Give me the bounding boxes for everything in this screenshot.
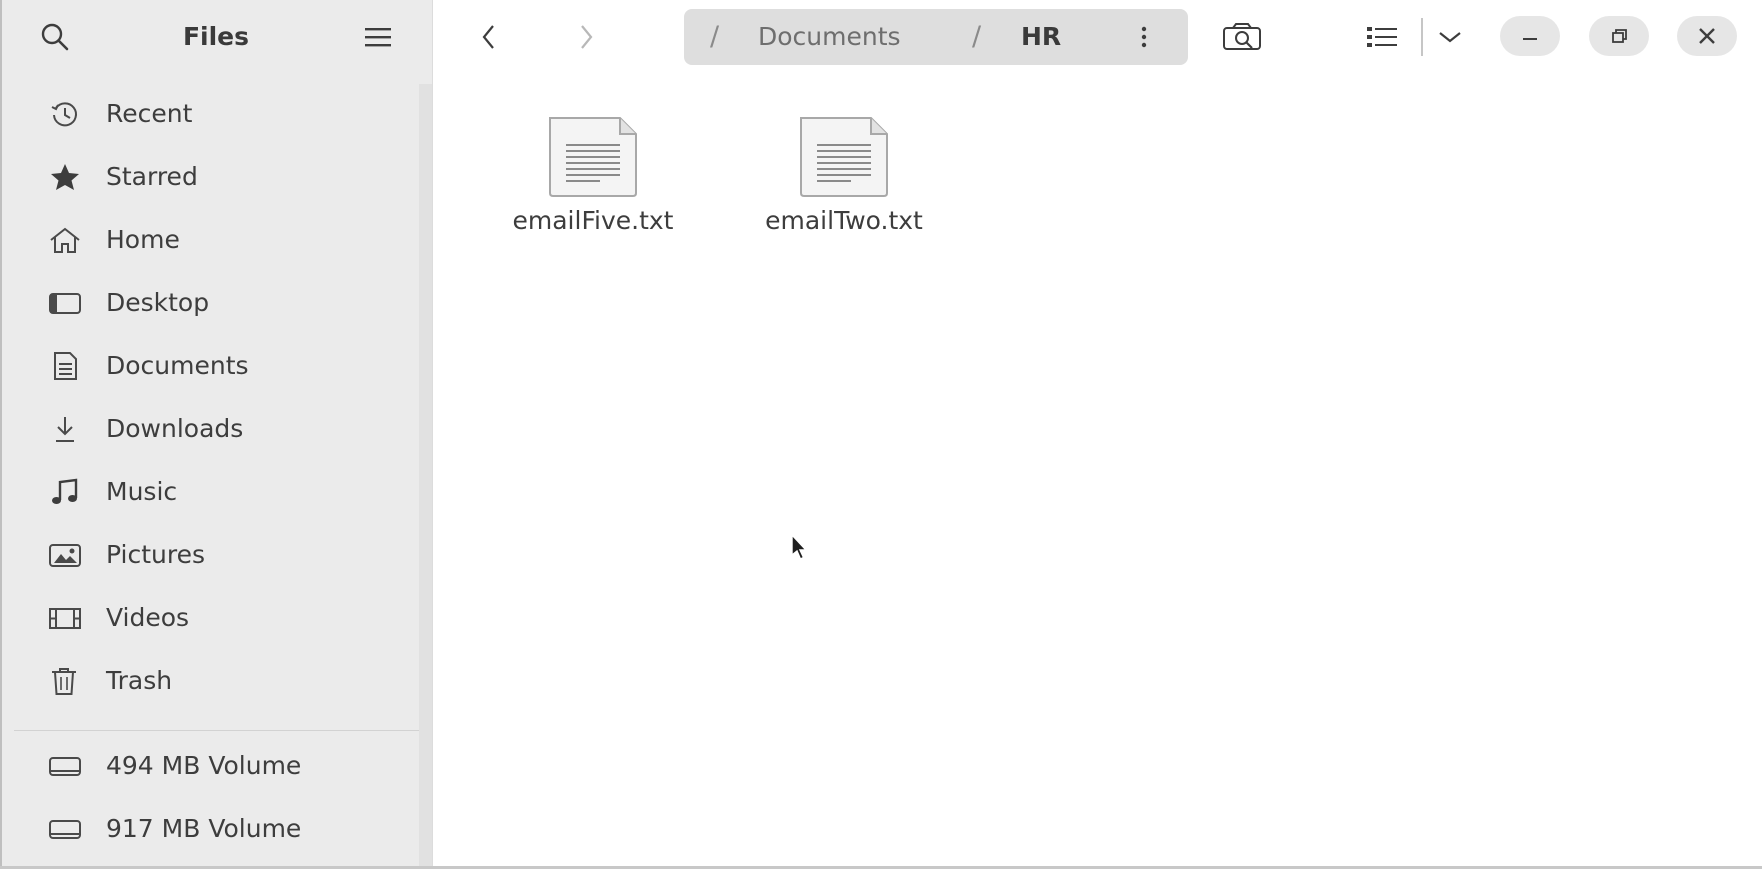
back-button[interactable] — [464, 14, 514, 60]
path-separator: / — [972, 21, 982, 52]
sidebar-item-label: Documents — [106, 351, 249, 380]
videos-icon — [48, 603, 82, 633]
vertical-dots-icon — [1141, 26, 1147, 48]
desktop-icon — [48, 288, 82, 318]
sidebar: Files Recent Starred Home Desktop Docume… — [0, 0, 432, 869]
pictures-icon — [48, 540, 82, 570]
sidebar-item-label: 917 MB Volume — [106, 814, 302, 843]
sidebar-item-label: Recent — [106, 99, 193, 128]
sidebar-item-home[interactable]: Home — [14, 212, 417, 268]
sidebar-item-music[interactable]: Music — [14, 464, 417, 520]
sidebar-item-recent[interactable]: Recent — [14, 86, 417, 142]
maximize-button[interactable] — [1589, 16, 1649, 56]
path-segment-documents[interactable]: Documents — [758, 9, 901, 65]
chevron-left-icon — [482, 25, 494, 49]
sidebar-item-label: Trash — [106, 666, 173, 695]
file-item[interactable]: emailFive.txt — [493, 115, 693, 275]
sidebar-item-documents[interactable]: Documents — [14, 338, 417, 394]
mouse-pointer-icon — [791, 534, 808, 560]
star-icon — [48, 162, 82, 192]
sidebar-item-label: Videos — [106, 603, 190, 632]
minimize-icon — [1523, 38, 1537, 40]
file-item[interactable]: emailTwo.txt — [744, 115, 944, 275]
path-bar: / Documents / HR — [684, 9, 1188, 65]
sidebar-item-pictures[interactable]: Pictures — [14, 527, 417, 583]
window-left-edge — [0, 0, 2, 869]
chevron-down-icon — [1439, 32, 1461, 43]
close-button[interactable] — [1677, 16, 1737, 56]
drive-icon — [48, 814, 82, 844]
file-name: emailFive.txt — [512, 206, 674, 235]
sidebar-separator — [14, 730, 419, 731]
documents-icon — [48, 351, 82, 381]
path-segment-hr[interactable]: HR — [1021, 9, 1061, 65]
sidebar-item-downloads[interactable]: Downloads — [14, 401, 417, 457]
text-file-icon — [800, 117, 888, 197]
sidebar-item-label: 494 MB Volume — [106, 751, 302, 780]
music-icon — [48, 477, 82, 507]
sidebar-item-trash[interactable]: Trash — [14, 653, 417, 709]
sidebar-item-label: Pictures — [106, 540, 205, 569]
chevron-right-icon — [581, 25, 593, 49]
sidebar-item-label: Music — [106, 477, 178, 506]
sidebar-header: Files — [0, 0, 432, 72]
file-name: emailTwo.txt — [765, 206, 923, 235]
sidebar-item-starred[interactable]: Starred — [14, 149, 417, 205]
toolbar-divider — [1421, 18, 1423, 56]
sidebar-item-label: Starred — [106, 162, 198, 191]
forward-button[interactable] — [561, 14, 611, 60]
minimize-button[interactable] — [1500, 16, 1560, 56]
downloads-icon — [48, 414, 82, 444]
hamburger-icon — [365, 28, 391, 47]
home-icon — [48, 225, 82, 255]
sidebar-item-volume-917mb[interactable]: 917 MB Volume — [14, 801, 417, 857]
sidebar-scrollbar[interactable] — [419, 84, 432, 869]
search-camera-button[interactable] — [1218, 14, 1268, 60]
sidebar-item-label: Downloads — [106, 414, 244, 443]
main-menu-button[interactable] — [355, 18, 401, 56]
path-menu-button[interactable] — [1124, 18, 1164, 56]
search-button[interactable] — [32, 18, 78, 56]
restore-icon — [1612, 29, 1627, 43]
search-icon — [41, 23, 69, 51]
sidebar-item-desktop[interactable]: Desktop — [14, 275, 417, 331]
sidebar-item-volume-494mb[interactable]: 494 MB Volume — [14, 738, 417, 794]
clock-icon — [48, 99, 82, 129]
view-toggle-button[interactable] — [1362, 14, 1402, 60]
camera-search-icon — [1223, 23, 1261, 50]
drive-icon — [48, 751, 82, 781]
close-icon — [1699, 28, 1715, 44]
list-view-icon — [1367, 27, 1397, 47]
sidebar-item-videos[interactable]: Videos — [14, 590, 417, 646]
app-title: Files — [182, 21, 250, 51]
view-options-button[interactable] — [1430, 14, 1470, 60]
path-root-separator[interactable]: / — [710, 9, 719, 65]
sidebar-item-label: Desktop — [106, 288, 210, 317]
text-file-icon — [549, 117, 637, 197]
pane-divider[interactable] — [432, 0, 433, 869]
sidebar-item-label: Home — [106, 225, 180, 254]
trash-icon — [48, 666, 82, 696]
